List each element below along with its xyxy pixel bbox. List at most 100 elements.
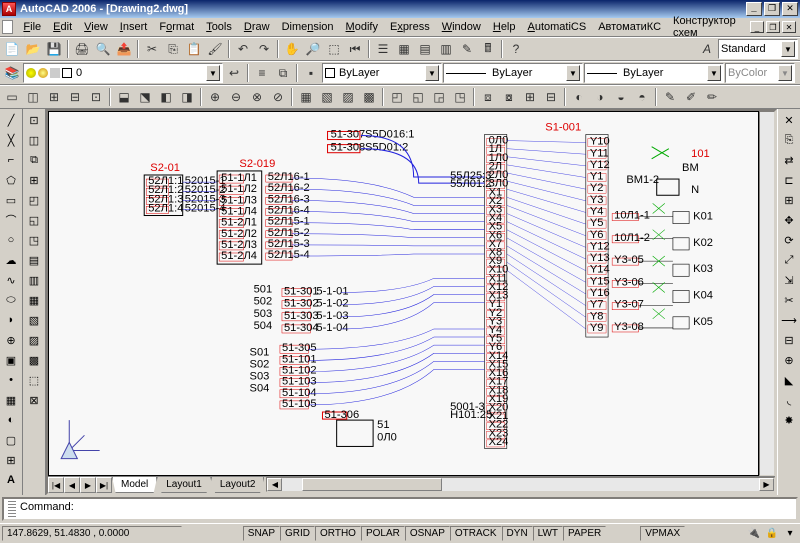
lineweight-dropdown[interactable]: ByLayer ▼	[584, 63, 724, 83]
doc-close[interactable]: ✕	[782, 21, 796, 33]
menu-help[interactable]: Help	[487, 19, 522, 35]
layer-dropdown[interactable]: 0 ▼	[23, 63, 223, 83]
menu-modify[interactable]: Modify	[340, 19, 384, 35]
c15[interactable]: ▧	[317, 87, 337, 107]
fillet-tool[interactable]: ◟	[779, 390, 799, 410]
arc-tool[interactable]: ⌒	[1, 210, 21, 230]
xline-tool[interactable]: ╳	[1, 130, 21, 150]
menu-file[interactable]: File	[17, 19, 47, 35]
menu-tools[interactable]: Tools	[200, 19, 238, 35]
array-tool[interactable]: ⊞	[779, 190, 799, 210]
preview-button[interactable]: 🔍	[93, 39, 113, 59]
color-button[interactable]: ▪	[301, 63, 321, 83]
revcloud-tool[interactable]: ☁	[1, 250, 21, 270]
calc-button[interactable]: 🖩	[478, 39, 498, 59]
d7[interactable]: ◳	[24, 230, 44, 250]
redo-button[interactable]: ↷	[254, 39, 274, 59]
point-tool[interactable]: •	[1, 370, 21, 390]
help-button[interactable]: ?	[506, 39, 526, 59]
menu-constructor[interactable]: Конструктор схем	[667, 13, 750, 41]
designcenter-button[interactable]: ▦	[394, 39, 414, 59]
c13[interactable]: ⊘	[268, 87, 288, 107]
d3[interactable]: ⧉	[24, 150, 44, 170]
menu-automatics[interactable]: AutomatiCS	[522, 19, 593, 35]
scroll-left-button[interactable]: ◀	[267, 478, 282, 491]
polygon-tool[interactable]: ⬠	[1, 170, 21, 190]
c22[interactable]: ⧈	[478, 87, 498, 107]
tab-next[interactable]: ▶	[80, 477, 96, 493]
line-tool[interactable]: ╱	[1, 110, 21, 130]
horizontal-scrollbar[interactable]: ◀ ▶	[266, 477, 775, 492]
c7[interactable]: ⬔	[135, 87, 155, 107]
pan-button[interactable]: ✋	[282, 39, 302, 59]
tab-layout1[interactable]: Layout1	[157, 477, 211, 493]
d14[interactable]: ⬚	[24, 370, 44, 390]
menu-draw[interactable]: Draw	[238, 19, 276, 35]
d11[interactable]: ▧	[24, 310, 44, 330]
textstyle-icon[interactable]: A	[697, 39, 717, 59]
c18[interactable]: ◰	[387, 87, 407, 107]
tab-model[interactable]: Model	[112, 477, 157, 493]
c29[interactable]: ◓	[632, 87, 652, 107]
d6[interactable]: ◱	[24, 210, 44, 230]
stretch-tool[interactable]: ⇲	[779, 270, 799, 290]
c11[interactable]: ⊖	[226, 87, 246, 107]
c10[interactable]: ⊕	[205, 87, 225, 107]
region-tool[interactable]: ▢	[1, 430, 21, 450]
c27[interactable]: ◑	[590, 87, 610, 107]
offset-tool[interactable]: ⊏	[779, 170, 799, 190]
circle-tool[interactable]: ○	[1, 230, 21, 250]
d9[interactable]: ▥	[24, 270, 44, 290]
c24[interactable]: ⊞	[520, 87, 540, 107]
c1[interactable]: ▭	[2, 87, 22, 107]
cut-button[interactable]: ✂	[142, 39, 162, 59]
menu-window[interactable]: Window	[436, 19, 487, 35]
zoom-previous-button[interactable]: ⏮	[345, 39, 365, 59]
doc-minimize[interactable]: _	[750, 21, 764, 33]
menu-view[interactable]: View	[78, 19, 114, 35]
cmd-handle[interactable]	[8, 501, 16, 517]
d5[interactable]: ◰	[24, 190, 44, 210]
c8[interactable]: ◧	[156, 87, 176, 107]
c16[interactable]: ▨	[338, 87, 358, 107]
c5[interactable]: ⊡	[86, 87, 106, 107]
trim-tool[interactable]: ✂	[779, 290, 799, 310]
c19[interactable]: ◱	[408, 87, 428, 107]
copy-button[interactable]: ⎘	[163, 39, 183, 59]
layer-states-button[interactable]: ≡	[252, 63, 272, 83]
undo-button[interactable]: ↶	[233, 39, 253, 59]
zoom-realtime-button[interactable]: 🔎	[303, 39, 323, 59]
command-line[interactable]: Command:	[2, 497, 798, 521]
tab-layout2[interactable]: Layout2	[211, 477, 265, 493]
properties-button[interactable]: ☰	[373, 39, 393, 59]
c30[interactable]: ✎	[660, 87, 680, 107]
c23[interactable]: ⧇	[499, 87, 519, 107]
c17[interactable]: ▩	[359, 87, 379, 107]
extend-tool[interactable]: ⟶	[779, 310, 799, 330]
sheetset-button[interactable]: ▥	[436, 39, 456, 59]
c14[interactable]: ▦	[296, 87, 316, 107]
doc-restore[interactable]: ❐	[766, 21, 780, 33]
join-tool[interactable]: ⊕	[779, 350, 799, 370]
doc-icon[interactable]	[2, 20, 13, 34]
open-button[interactable]: 📂	[23, 39, 43, 59]
block-tool[interactable]: ▣	[1, 350, 21, 370]
gradient-tool[interactable]: ◐	[1, 410, 21, 430]
scroll-right-button[interactable]: ▶	[759, 478, 774, 491]
ellipse-tool[interactable]: ⬭	[1, 290, 21, 310]
zoom-window-button[interactable]: ⬚	[324, 39, 344, 59]
layer-manager-button[interactable]: 📚	[2, 63, 22, 83]
tab-last[interactable]: ▶|	[96, 477, 112, 493]
d15[interactable]: ⊠	[24, 390, 44, 410]
d12[interactable]: ▨	[24, 330, 44, 350]
menu-edit[interactable]: Edit	[47, 19, 78, 35]
layer-prev-button[interactable]: ↩	[224, 63, 244, 83]
c4[interactable]: ⊟	[65, 87, 85, 107]
save-button[interactable]: 💾	[44, 39, 64, 59]
c26[interactable]: ◐	[569, 87, 589, 107]
c31[interactable]: ✐	[681, 87, 701, 107]
drawing-canvas[interactable]: S1-001 51-307 S5D016:1 51-308 S5D01:2	[48, 111, 759, 476]
d2[interactable]: ◫	[24, 130, 44, 150]
move-tool[interactable]: ✥	[779, 210, 799, 230]
c20[interactable]: ◲	[429, 87, 449, 107]
